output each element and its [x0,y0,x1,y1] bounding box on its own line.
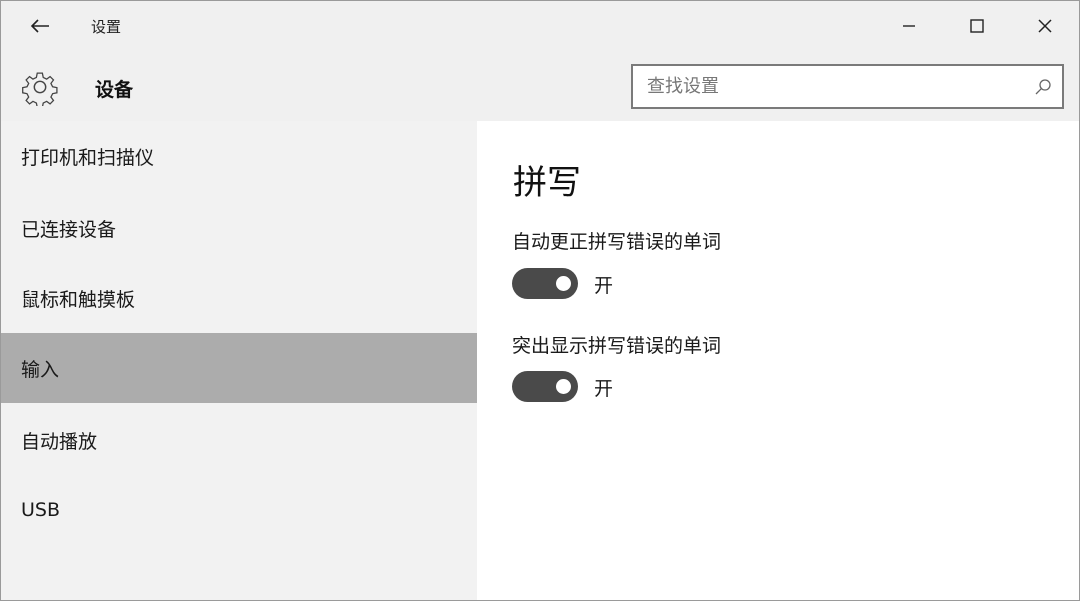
back-button[interactable] [15,1,65,51]
sidebar-item-connected-devices[interactable]: 已连接设备 [1,193,477,263]
title-bar: 设置 [1,1,1079,51]
page-header: 设备 [1,51,1079,121]
search-box [631,64,1064,109]
sidebar-item-label: 自动播放 [21,430,98,453]
page-title: 设备 [95,79,134,101]
sidebar-item-printers-scanners[interactable]: 打印机和扫描仪 [1,121,477,191]
sidebar-item-usb[interactable]: USB [1,475,477,545]
maximize-icon [970,19,984,33]
content-pane: 拼写 自动更正拼写错误的单词 开 突出显示拼写错误的单词 开 [477,121,1079,600]
sidebar-item-label: USB [21,499,61,521]
sidebar-item-mouse-touchpad[interactable]: 鼠标和触摸板 [1,263,477,333]
search-icon-button[interactable] [1024,66,1062,107]
highlight-misspelled-toggle[interactable] [512,371,578,402]
section-title: 拼写 [513,163,581,203]
close-button[interactable] [1011,1,1079,51]
minimize-button[interactable] [875,1,943,51]
sidebar-item-label: 已连接设备 [21,218,117,241]
minimize-icon [903,25,915,27]
sidebar: 打印机和扫描仪 已连接设备 鼠标和触摸板 输入 自动播放 USB [1,121,477,600]
sidebar-item-label: 输入 [21,358,60,381]
highlight-misspelled-state: 开 [594,378,614,400]
toggle-knob [556,276,571,291]
toggle-knob [556,379,571,394]
search-icon [1035,78,1051,94]
maximize-button[interactable] [943,1,1011,51]
search-input[interactable] [633,66,1024,107]
sidebar-item-autoplay[interactable]: 自动播放 [1,405,477,475]
sidebar-item-typing[interactable]: 输入 [1,333,477,403]
highlight-misspelled-label: 突出显示拼写错误的单词 [512,335,722,357]
autocorrect-label: 自动更正拼写错误的单词 [512,231,722,253]
window-title: 设置 [91,17,122,36]
gear-icon [22,72,58,106]
back-arrow-icon [30,19,49,33]
settings-window: 设置 设备 查找设置 打印机和扫描仪 已连接设备 鼠标和触摸板 输入 自动播放 … [0,0,1080,601]
autocorrect-state: 开 [594,275,614,297]
close-icon [1038,19,1052,33]
window-controls [875,1,1079,51]
autocorrect-toggle[interactable] [512,268,578,299]
sidebar-item-label: 打印机和扫描仪 [21,146,155,169]
sidebar-item-label: 鼠标和触摸板 [21,288,136,311]
